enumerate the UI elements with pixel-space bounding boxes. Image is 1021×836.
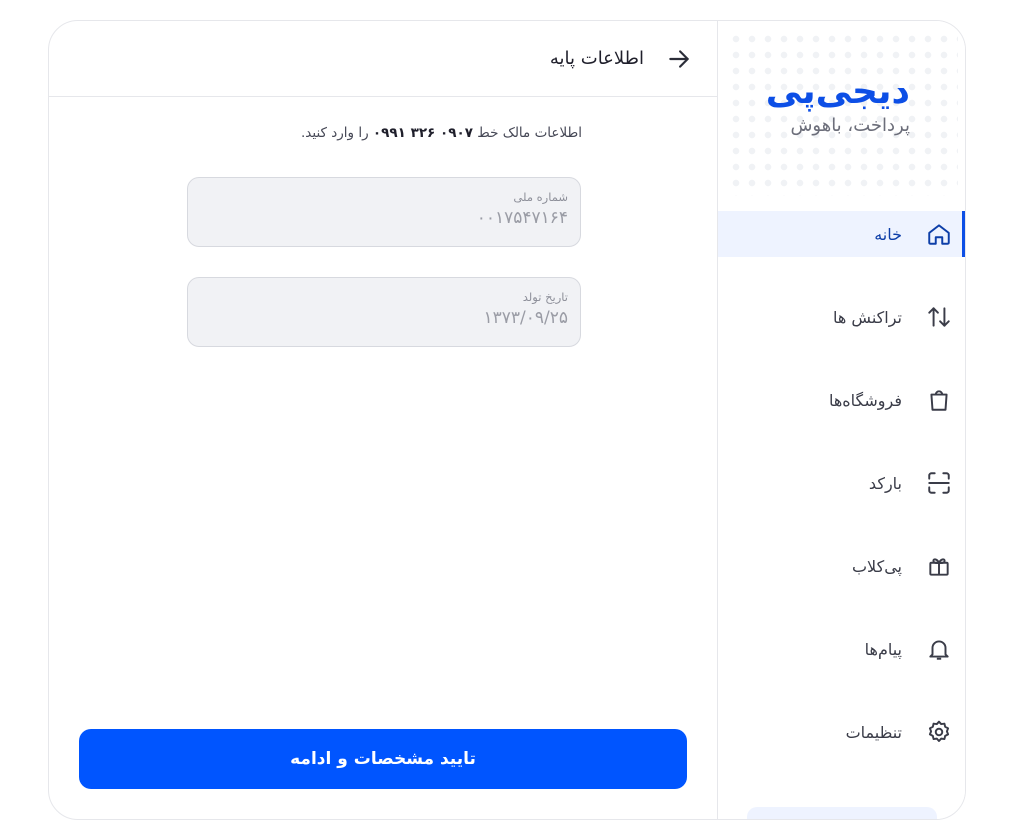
app-window: اطلاعات پایه اطلاعات مالک خط ۰۹۰۷ ۳۲۶ ۰۹… — [48, 20, 966, 820]
owner-phone-number: ۰۹۰۷ ۳۲۶ ۰۹۹۱ — [372, 125, 473, 141]
sidebar-item-label: بارکد — [868, 473, 902, 493]
gear-icon — [926, 719, 952, 745]
home-icon — [926, 221, 952, 247]
sidebar: دیجی‌پی پرداخت، باهوش خانه تراکنش ها فرو… — [717, 21, 965, 819]
sidebar-item-label: تراکنش ها — [833, 307, 902, 327]
sidebar-item-home[interactable]: خانه — [718, 211, 965, 257]
shopping-bag-icon — [926, 387, 952, 413]
sidebar-item-messages[interactable]: پیام‌ها — [718, 626, 965, 672]
national-id-label: شماره ملی — [513, 190, 568, 204]
confirm-and-continue-button[interactable]: تایید مشخصات و ادامه — [79, 729, 687, 789]
brand-tagline: پرداخت، باهوش — [790, 115, 910, 136]
sidebar-item-label: تنظیمات — [845, 722, 902, 742]
sidebar-item-label: پیام‌ها — [864, 639, 902, 659]
sidebar-item-stores[interactable]: فروشگاه‌ها — [718, 377, 965, 423]
birth-date-label: تاریخ تولد — [522, 290, 568, 304]
instruction-prefix: اطلاعات مالک خط — [477, 125, 582, 141]
sidebar-item-label: خانه — [874, 224, 902, 244]
transactions-icon — [926, 304, 952, 330]
sidebar-item-transactions[interactable]: تراکنش ها — [718, 294, 965, 340]
sidebar-item-label: فروشگاه‌ها — [828, 390, 902, 410]
instruction-text: اطلاعات مالک خط ۰۹۰۷ ۳۲۶ ۰۹۹۱ را وارد کن… — [301, 125, 582, 141]
national-id-value: ۰۰۱۷۵۴۷۱۶۴ — [476, 208, 568, 228]
scan-icon — [926, 470, 952, 496]
national-id-field[interactable]: شماره ملی ۰۰۱۷۵۴۷۱۶۴ — [187, 177, 581, 247]
sidebar-item-barcode[interactable]: بارکد — [718, 460, 965, 506]
arrow-right-icon[interactable] — [666, 46, 692, 72]
main-content: اطلاعات پایه اطلاعات مالک خط ۰۹۰۷ ۳۲۶ ۰۹… — [49, 21, 718, 819]
instruction-suffix: را وارد کنید. — [301, 125, 369, 141]
sidebar-item-label: پی‌کلاب — [851, 556, 902, 576]
logo-dot-pattern — [728, 31, 958, 196]
brand-name: دیجی‌پی — [765, 71, 911, 112]
bell-icon — [926, 636, 952, 662]
gift-icon — [926, 553, 952, 579]
sidebar-item-settings[interactable]: تنظیمات — [718, 709, 965, 755]
sidebar-nav: خانه تراکنش ها فروشگاه‌ها بارکد — [718, 211, 965, 792]
birth-date-field[interactable]: تاریخ تولد ۱۳۷۳/۰۹/۲۵ — [187, 277, 581, 347]
sidebar-item-payclub[interactable]: پی‌کلاب — [718, 543, 965, 589]
sidebar-bottom-card — [747, 807, 937, 819]
brand-logo[interactable]: دیجی‌پی پرداخت، باهوش — [718, 21, 965, 201]
page-header: اطلاعات پایه — [49, 21, 718, 97]
birth-date-value: ۱۳۷۳/۰۹/۲۵ — [483, 308, 568, 328]
page-title: اطلاعات پایه — [549, 48, 644, 69]
